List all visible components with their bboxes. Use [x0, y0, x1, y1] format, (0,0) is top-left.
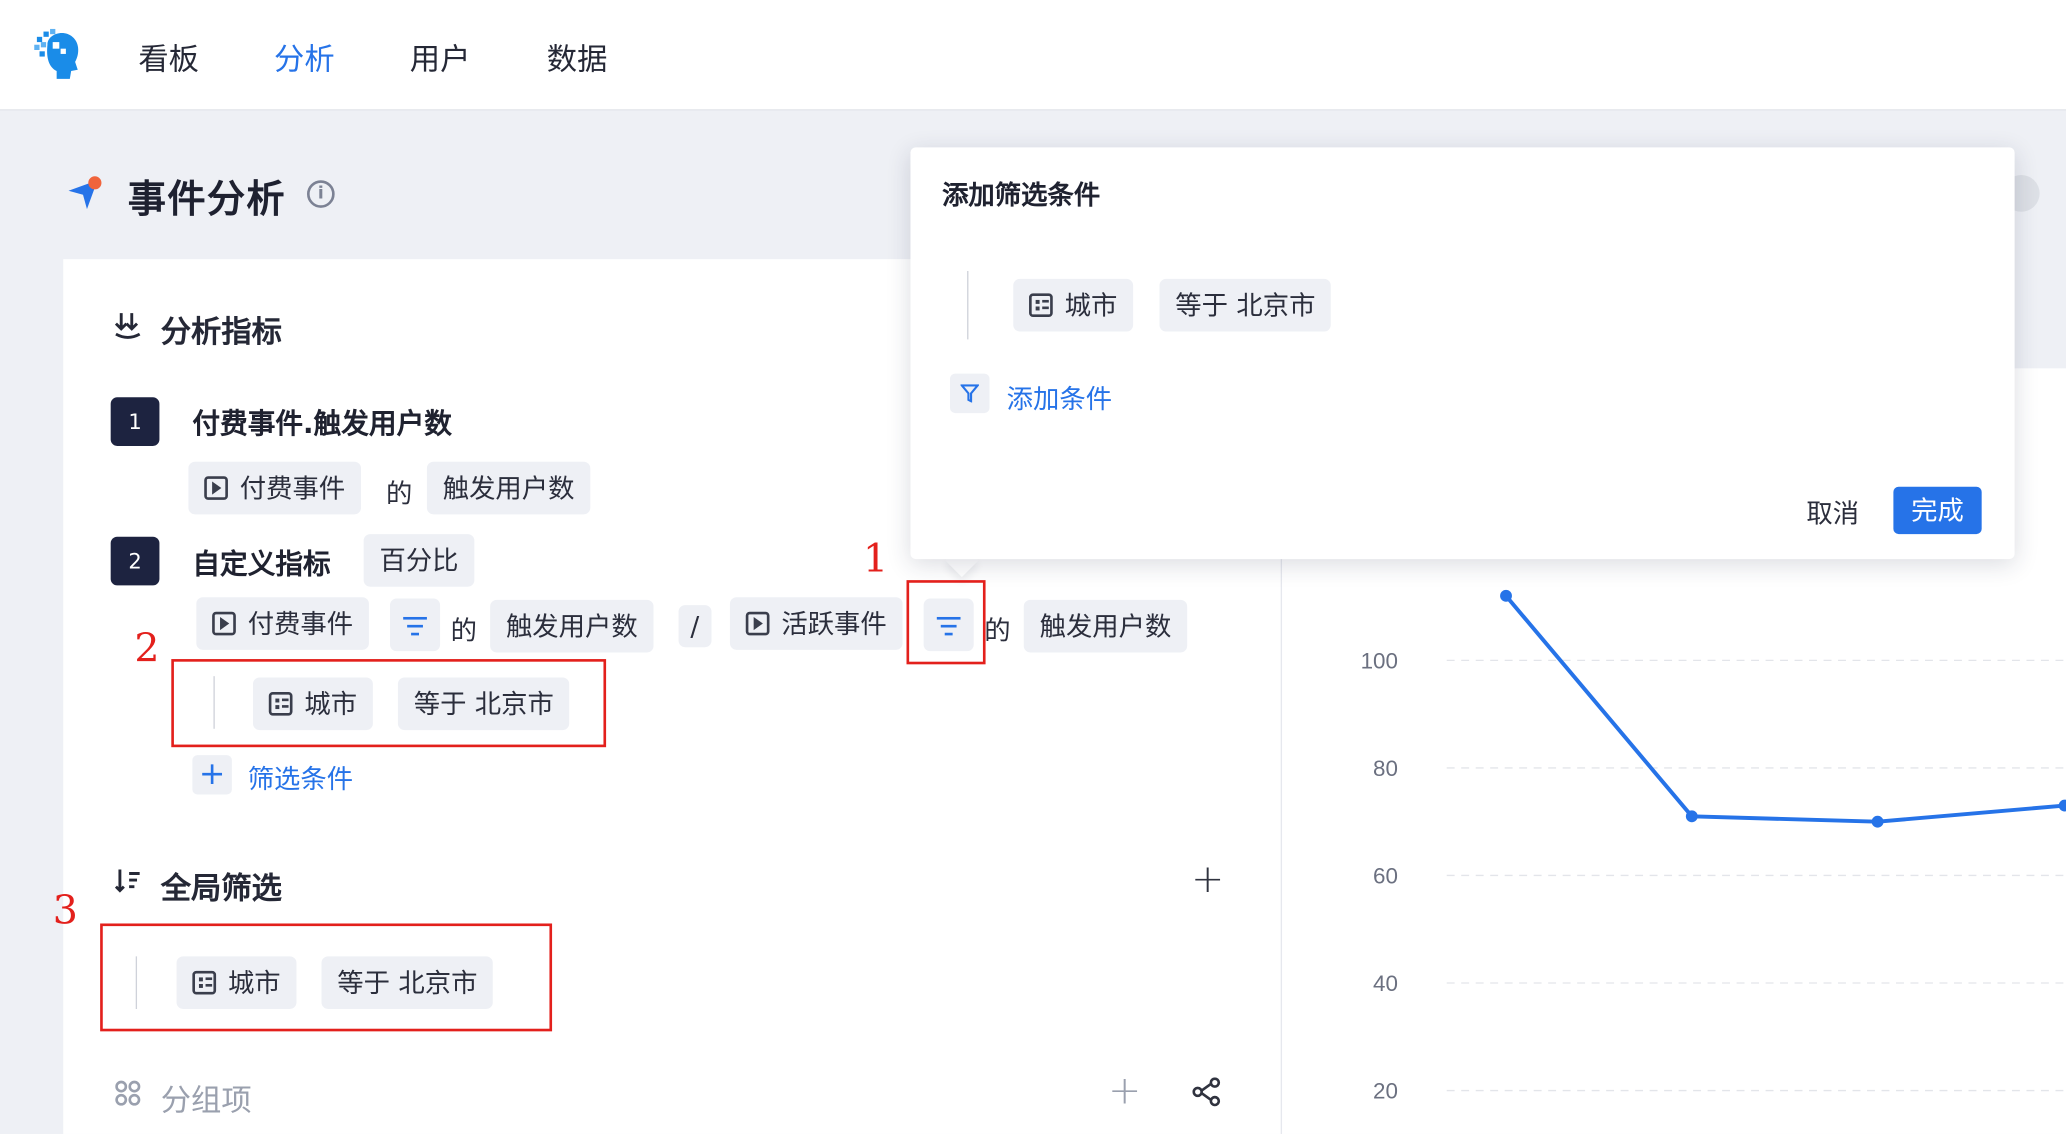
- brand-logo-icon[interactable]: [29, 26, 87, 84]
- top-nav: 看板 分析 用户 数据: [0, 0, 2066, 111]
- add-filter-popover: 添加筛选条件 城市 等于 北京市 添加条件 取消 完成: [910, 147, 2015, 560]
- event-icon: [212, 611, 236, 636]
- divide-operator[interactable]: /: [678, 605, 712, 648]
- metric-name[interactable]: 自定义指标: [192, 543, 330, 582]
- event-icon: [204, 476, 228, 500]
- data-point[interactable]: [1871, 815, 1884, 828]
- annotation-box-1: [906, 580, 986, 665]
- y-tick-label: 80: [1373, 756, 1398, 781]
- add-group-icon[interactable]: +: [1108, 1068, 1141, 1114]
- metric-name[interactable]: 付费事件.触发用户数: [192, 403, 452, 442]
- measure-chip[interactable]: 触发用户数: [426, 461, 591, 515]
- numerator-event-chip[interactable]: 付费事件: [196, 597, 369, 650]
- filter-group-line: [967, 270, 969, 340]
- annotation-number-1: 1: [863, 536, 889, 583]
- numerator-filter-button[interactable]: [390, 598, 441, 652]
- add-condition-link[interactable]: 添加条件: [1007, 378, 1112, 416]
- y-tick-label: 40: [1373, 971, 1398, 996]
- of-connector: 的: [386, 477, 413, 510]
- data-point[interactable]: [1685, 810, 1698, 823]
- done-button[interactable]: 完成: [1893, 486, 1982, 535]
- of-connector: 的: [984, 614, 1011, 646]
- nav-item-data[interactable]: 数据: [547, 34, 608, 79]
- global-filter-icon: [114, 869, 140, 893]
- of-connector: 的: [450, 614, 477, 646]
- denominator-event-chip[interactable]: 活跃事件: [729, 597, 903, 650]
- event-icon: [745, 611, 770, 636]
- event-chip[interactable]: 付费事件: [188, 461, 362, 515]
- filter-property-chip[interactable]: 城市: [1013, 278, 1134, 332]
- event-analysis-icon: [68, 176, 102, 210]
- filter-icon: [403, 616, 427, 636]
- add-filter-plus-icon[interactable]: +: [192, 755, 232, 795]
- metrics-icon: [114, 313, 141, 339]
- cancel-button[interactable]: 取消: [1806, 492, 1859, 530]
- filter-condition-chip[interactable]: 等于 北京市: [1159, 278, 1332, 332]
- nav-item-analysis[interactable]: 分析: [274, 34, 335, 79]
- series-line: [1504, 594, 2065, 824]
- numerator-measure-chip[interactable]: 触发用户数: [490, 599, 654, 653]
- y-tick-label: 20: [1373, 1078, 1398, 1103]
- metrics-section-title: 分析指标: [160, 315, 282, 350]
- group-icon: [115, 1080, 141, 1106]
- share-icon[interactable]: [1192, 1077, 1221, 1107]
- nav-item-dashboard[interactable]: 看板: [138, 34, 199, 79]
- global-filter-title: 全局筛选: [160, 872, 282, 907]
- popover-title: 添加筛选条件: [942, 178, 1101, 211]
- data-point[interactable]: [2058, 799, 2066, 812]
- y-tick-label: 60: [1373, 863, 1398, 888]
- denominator-measure-chip[interactable]: 触发用户数: [1023, 599, 1188, 653]
- annotation-box-3: [100, 923, 553, 1032]
- property-icon: [1029, 293, 1053, 318]
- y-tick-label: 100: [1361, 648, 1398, 673]
- annotation-number-2: 2: [134, 626, 160, 673]
- annotation-box-2: [171, 659, 607, 748]
- metric-index-badge: 1: [110, 397, 160, 446]
- add-global-filter-icon[interactable]: +: [1191, 856, 1224, 902]
- info-icon[interactable]: i: [307, 180, 335, 208]
- funnel-icon[interactable]: [949, 373, 990, 414]
- nav-item-users[interactable]: 用户: [410, 34, 471, 79]
- format-chip[interactable]: 百分比: [363, 534, 475, 587]
- group-section-title: 分组项: [160, 1083, 252, 1119]
- metric-index-badge: 2: [110, 536, 160, 586]
- data-point[interactable]: [1500, 589, 1512, 602]
- add-filter-link[interactable]: 筛选条件: [248, 758, 353, 796]
- annotation-number-3: 3: [52, 887, 78, 935]
- page-title: 事件分析: [127, 176, 286, 222]
